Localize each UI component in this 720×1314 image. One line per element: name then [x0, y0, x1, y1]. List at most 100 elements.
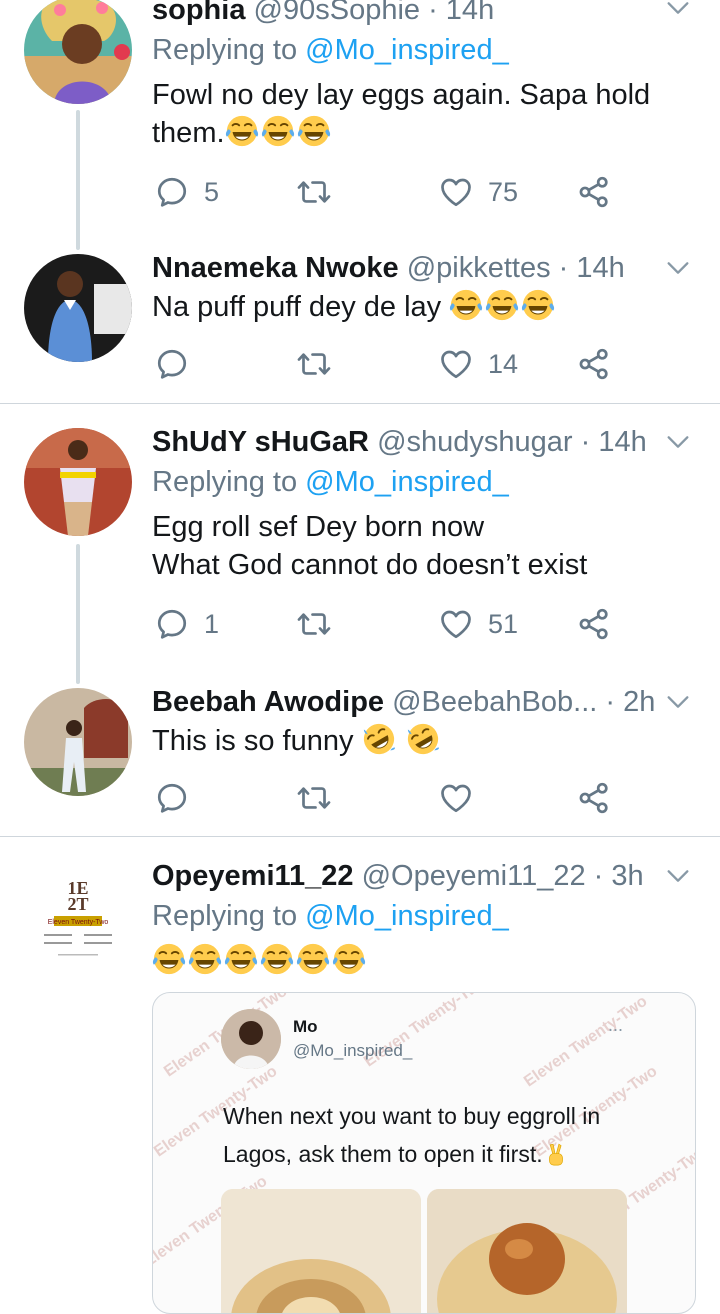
logo-banner: Eleven Twenty-Two: [48, 919, 109, 926]
reply-button[interactable]: 5: [154, 172, 219, 212]
like-button[interactable]: [438, 778, 474, 818]
reply-count: 5: [204, 176, 220, 207]
heart-icon: [438, 780, 474, 816]
retweet-icon: [296, 606, 332, 642]
tweet-text: This is so funny: [152, 722, 680, 760]
tweet-beebah[interactable]: Beebah Awodipe @BeebahBob... · 2h This i…: [0, 684, 720, 834]
tweet-nnaemeka[interactable]: Nnaemeka Nwoke @pikkettes · 14h Na puff …: [0, 250, 720, 402]
like-button[interactable]: 51: [438, 604, 518, 644]
retweet-button[interactable]: [296, 172, 332, 212]
mention-link[interactable]: @Mo_inspired_: [305, 466, 509, 498]
quote-text-line: Lagos, ask them to open it first.: [223, 1141, 543, 1167]
joy-emoji-icon: [224, 942, 258, 976]
replying-to: Replying to @Mo_inspired_: [152, 896, 509, 936]
timestamp[interactable]: · 3h: [594, 860, 644, 892]
logo-text: 2T: [67, 894, 88, 914]
display-name[interactable]: ShUdY sHuGaR: [152, 426, 369, 458]
joy-emoji-icon: [296, 942, 330, 976]
timestamp[interactable]: · 14h: [581, 426, 647, 458]
display-name[interactable]: Beebah Awodipe: [152, 686, 384, 718]
reply-icon: [154, 780, 190, 816]
joy-emoji-icon: [485, 288, 519, 322]
tweet-header: Beebah Awodipe @BeebahBob... · 2h: [152, 682, 660, 722]
chevron-down-icon[interactable]: [664, 254, 692, 282]
display-name[interactable]: sophia: [152, 0, 245, 26]
eggroll-photo: [427, 1189, 627, 1313]
tweet-sophia[interactable]: sophia @90sSophie · 14h Replying to @Mo_…: [0, 0, 720, 240]
share-button[interactable]: [576, 172, 612, 212]
tweet-text: [152, 942, 680, 980]
share-button[interactable]: [576, 344, 612, 384]
replying-to: Replying to @Mo_inspired_: [152, 462, 509, 502]
avatar[interactable]: [24, 254, 132, 362]
retweet-button[interactable]: [296, 344, 332, 384]
chevron-down-icon[interactable]: [664, 0, 692, 22]
like-button[interactable]: 14: [438, 344, 518, 384]
retweet-button[interactable]: [296, 778, 332, 818]
reply-button[interactable]: [154, 344, 190, 384]
reply-button[interactable]: [154, 778, 190, 818]
quote-text: When next you want to buy eggroll in Lag…: [223, 1097, 683, 1173]
mention-link[interactable]: @Mo_inspired_: [305, 34, 509, 66]
chevron-down-icon[interactable]: [664, 428, 692, 456]
retweet-icon: [296, 346, 332, 382]
attached-image[interactable]: Eleven Twenty-Two Eleven Twenty-Two Elev…: [152, 992, 696, 1314]
timestamp[interactable]: · 2h: [605, 686, 655, 718]
victory-hand-icon: [543, 1142, 569, 1168]
quote-handle: @Mo_inspired_: [293, 1041, 413, 1060]
replying-to-label: Replying to: [152, 34, 306, 66]
avatar[interactable]: [24, 428, 132, 536]
username[interactable]: @Opeyemi11_22: [362, 860, 586, 892]
share-icon: [576, 346, 612, 382]
joy-emoji-icon: [225, 114, 259, 148]
tweet-actions: 1 51: [152, 604, 622, 644]
display-name[interactable]: Nnaemeka Nwoke: [152, 252, 399, 284]
share-icon: [576, 606, 612, 642]
chevron-down-icon[interactable]: [664, 688, 692, 716]
tweet-text: Fowl no dey lay eggs again. Sapa hold th…: [152, 76, 680, 152]
mention-link[interactable]: @Mo_inspired_: [305, 900, 509, 932]
tweet-actions: [152, 778, 622, 818]
like-button[interactable]: 75: [438, 172, 518, 212]
replying-to-label: Replying to: [152, 466, 306, 498]
tweet-text-line: This is so funny: [152, 725, 354, 757]
share-button[interactable]: [576, 604, 612, 644]
avatar[interactable]: 1E 2T Eleven Twenty-Two: [24, 862, 132, 970]
username[interactable]: @90sSophie: [254, 0, 421, 26]
joy-emoji-icon: [521, 288, 555, 322]
username[interactable]: @pikkettes: [407, 252, 551, 284]
share-button[interactable]: [576, 778, 612, 818]
joy-emoji-icon: [449, 288, 483, 322]
heart-icon: [438, 174, 474, 210]
reply-icon: [154, 346, 190, 382]
avatar[interactable]: [24, 0, 132, 104]
joy-emoji-icon: [297, 114, 331, 148]
tweet-shudy[interactable]: ShUdY sHuGaR @shudyshugar · 14h Replying…: [0, 424, 720, 654]
share-icon: [576, 174, 612, 210]
display-name[interactable]: Opeyemi11_22: [152, 860, 354, 892]
username[interactable]: @BeebahBob...: [392, 686, 597, 718]
timestamp[interactable]: · 14h: [559, 252, 625, 284]
avatar[interactable]: [24, 688, 132, 796]
quote-name: Mo: [293, 1017, 318, 1036]
quote-text-line: When next you want to buy eggroll in: [223, 1103, 601, 1129]
tweet-text-line: Egg roll sef Dey born now: [152, 511, 485, 543]
reply-button[interactable]: 1: [154, 604, 219, 644]
reply-icon: [154, 174, 190, 210]
rofl-emoji-icon: [362, 722, 396, 756]
quote-avatar: [221, 1009, 281, 1069]
timestamp[interactable]: · 14h: [428, 0, 494, 26]
reply-count: 1: [204, 608, 220, 639]
replying-to: Replying to @Mo_inspired_: [152, 30, 509, 70]
retweet-button[interactable]: [296, 604, 332, 644]
like-count: 51: [488, 608, 519, 639]
more-icon: ...: [608, 1015, 624, 1035]
divider: [0, 836, 720, 837]
joy-emoji-icon: [261, 114, 295, 148]
divider: [0, 403, 720, 404]
chevron-down-icon[interactable]: [664, 862, 692, 890]
username[interactable]: @shudyshugar: [377, 426, 573, 458]
tweet-text-line: Na puff puff dey de lay: [152, 291, 442, 323]
tweet-header: Opeyemi11_22 @Opeyemi11_22 · 3h: [152, 856, 660, 896]
joy-emoji-icon: [260, 942, 294, 976]
